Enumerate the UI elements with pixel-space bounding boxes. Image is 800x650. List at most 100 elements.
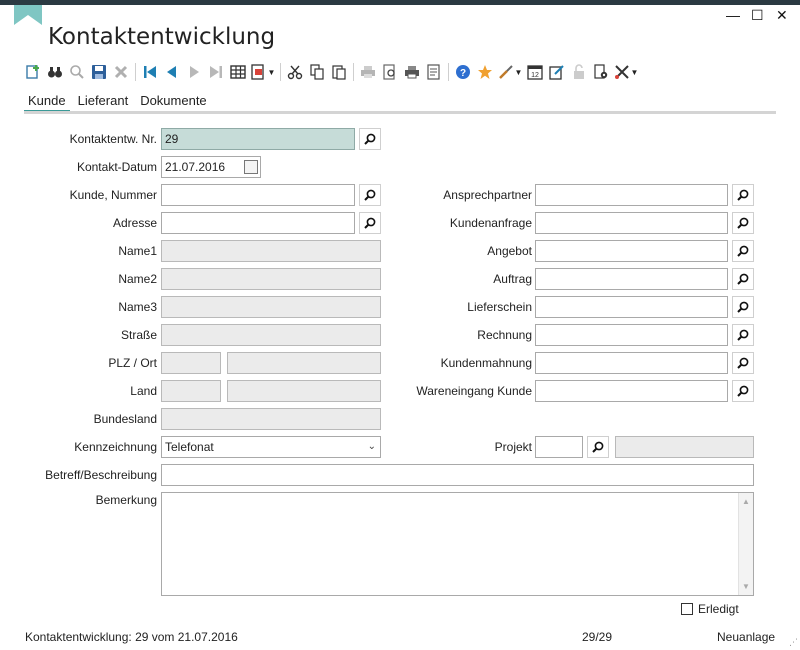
bemerkung-label: Bemerkung xyxy=(95,493,157,507)
erledigt-checkbox[interactable] xyxy=(681,603,693,615)
help-icon[interactable]: ? xyxy=(452,61,474,83)
wareneingang-kunde-label: Wareneingang Kunde xyxy=(416,384,532,398)
betreff-field[interactable] xyxy=(161,464,754,486)
ansprechpartner-label: Ansprechpartner xyxy=(443,188,532,202)
cut-icon[interactable] xyxy=(284,61,306,83)
search-icon[interactable] xyxy=(732,240,754,262)
projekt-field[interactable] xyxy=(535,436,583,458)
projekt-name-field xyxy=(615,436,754,458)
paste-icon[interactable] xyxy=(328,61,350,83)
tab-underline xyxy=(24,111,776,114)
status-mode: Neuanlage xyxy=(717,630,776,644)
export-icon[interactable]: ▼ xyxy=(249,61,277,83)
maximize-button[interactable]: ☐ xyxy=(751,8,764,22)
kontaktentw-nr-label: Kontaktentw. Nr. xyxy=(69,132,157,146)
name3-field xyxy=(161,296,381,318)
kundenanfrage-field[interactable] xyxy=(535,212,728,234)
bemerkung-textarea[interactable]: ▲ ▼ xyxy=(161,492,754,596)
adresse-field[interactable] xyxy=(161,212,355,234)
resize-grip-icon[interactable]: ⋰ xyxy=(789,637,798,648)
search-icon[interactable] xyxy=(732,352,754,374)
ort-field xyxy=(227,352,381,374)
auftrag-label: Auftrag xyxy=(493,272,532,286)
search-icon[interactable] xyxy=(587,436,609,458)
search-icon[interactable] xyxy=(732,324,754,346)
tab-lieferant[interactable]: Lieferant xyxy=(74,93,133,113)
kennzeichnung-label: Kennzeichnung xyxy=(74,440,157,454)
document-preview-icon[interactable] xyxy=(423,61,445,83)
lock-icon[interactable] xyxy=(568,61,590,83)
betreff-label: Betreff/Beschreibung xyxy=(45,468,157,482)
wareneingang-kunde-field[interactable] xyxy=(535,380,728,402)
search-icon[interactable] xyxy=(359,212,381,234)
kundenmahnung-field[interactable] xyxy=(535,352,728,374)
rechnung-field[interactable] xyxy=(535,324,728,346)
scroll-down-icon[interactable]: ▼ xyxy=(742,582,750,591)
adresse-label: Adresse xyxy=(112,216,157,230)
search-icon[interactable] xyxy=(732,268,754,290)
settings-icon[interactable] xyxy=(590,61,612,83)
edit-icon[interactable] xyxy=(546,61,568,83)
name3-label: Name3 xyxy=(118,300,157,314)
kunde-nummer-field[interactable] xyxy=(161,184,355,206)
land-name-field xyxy=(227,380,381,402)
kundenanfrage-label: Kundenanfrage xyxy=(449,216,532,230)
land-label: Land xyxy=(130,384,157,398)
wrench-icon[interactable]: ▼ xyxy=(612,61,640,83)
favorite-star-icon[interactable] xyxy=(474,61,496,83)
strasse-label: Straße xyxy=(120,328,157,342)
print-setup-icon[interactable] xyxy=(401,61,423,83)
first-record-icon[interactable] xyxy=(139,61,161,83)
lieferschein-field[interactable] xyxy=(535,296,728,318)
table-view-icon[interactable] xyxy=(227,61,249,83)
close-button[interactable]: ✕ xyxy=(776,8,788,22)
copy-icon[interactable] xyxy=(306,61,328,83)
previous-record-icon[interactable] xyxy=(161,61,183,83)
status-record-info: Kontaktentwicklung: 29 vom 21.07.2016 xyxy=(25,630,238,644)
kennzeichnung-select[interactable]: Telefonat ⌄ xyxy=(161,436,381,458)
angebot-field[interactable] xyxy=(535,240,728,262)
bookmark-icon[interactable] xyxy=(14,5,42,25)
angebot-label: Angebot xyxy=(487,244,532,258)
next-record-icon[interactable] xyxy=(183,61,205,83)
toolbar: ▼ ? ▼ 12 ▼ xyxy=(22,61,640,83)
tab-dokumente[interactable]: Dokumente xyxy=(136,93,210,113)
search-icon[interactable] xyxy=(732,380,754,402)
window-top-bar xyxy=(0,0,800,5)
kunde-nummer-label: Kunde, Nummer xyxy=(69,188,157,202)
scroll-up-icon[interactable]: ▲ xyxy=(742,497,750,506)
calendar-icon[interactable]: 12 xyxy=(524,61,546,83)
save-icon[interactable] xyxy=(88,61,110,83)
search-icon[interactable] xyxy=(732,212,754,234)
print-preview-icon[interactable] xyxy=(379,61,401,83)
delete-icon[interactable] xyxy=(110,61,132,83)
toolbar-separator xyxy=(280,63,281,81)
search-icon[interactable] xyxy=(732,296,754,318)
calendar-dropdown-icon[interactable] xyxy=(244,160,258,174)
binoculars-icon[interactable] xyxy=(44,61,66,83)
bundesland-label: Bundesland xyxy=(93,412,157,426)
last-record-icon[interactable] xyxy=(205,61,227,83)
kontaktentw-nr-field[interactable]: 29 xyxy=(161,128,355,150)
name1-field xyxy=(161,240,381,262)
window-title: Kontaktentwicklung xyxy=(48,24,276,50)
lieferschein-label: Lieferschein xyxy=(467,300,532,314)
kontakt-datum-label: Kontakt-Datum xyxy=(76,160,157,174)
tools-icon[interactable]: ▼ xyxy=(496,61,524,83)
auftrag-field[interactable] xyxy=(535,268,728,290)
status-record-count: 29/29 xyxy=(582,630,613,644)
search-icon[interactable] xyxy=(359,184,381,206)
projekt-label: Projekt xyxy=(494,440,532,454)
print-icon[interactable] xyxy=(357,61,379,83)
minimize-button[interactable]: — xyxy=(726,8,740,22)
scrollbar[interactable]: ▲ ▼ xyxy=(738,493,753,595)
strasse-field xyxy=(161,324,381,346)
new-record-icon[interactable] xyxy=(22,61,44,83)
magnifier-icon[interactable] xyxy=(66,61,88,83)
tab-kunde[interactable]: Kunde xyxy=(24,93,70,113)
erledigt-label: Erledigt xyxy=(698,602,739,616)
search-icon[interactable] xyxy=(359,128,381,150)
search-icon[interactable] xyxy=(732,184,754,206)
ansprechpartner-field[interactable] xyxy=(535,184,728,206)
name2-field xyxy=(161,268,381,290)
